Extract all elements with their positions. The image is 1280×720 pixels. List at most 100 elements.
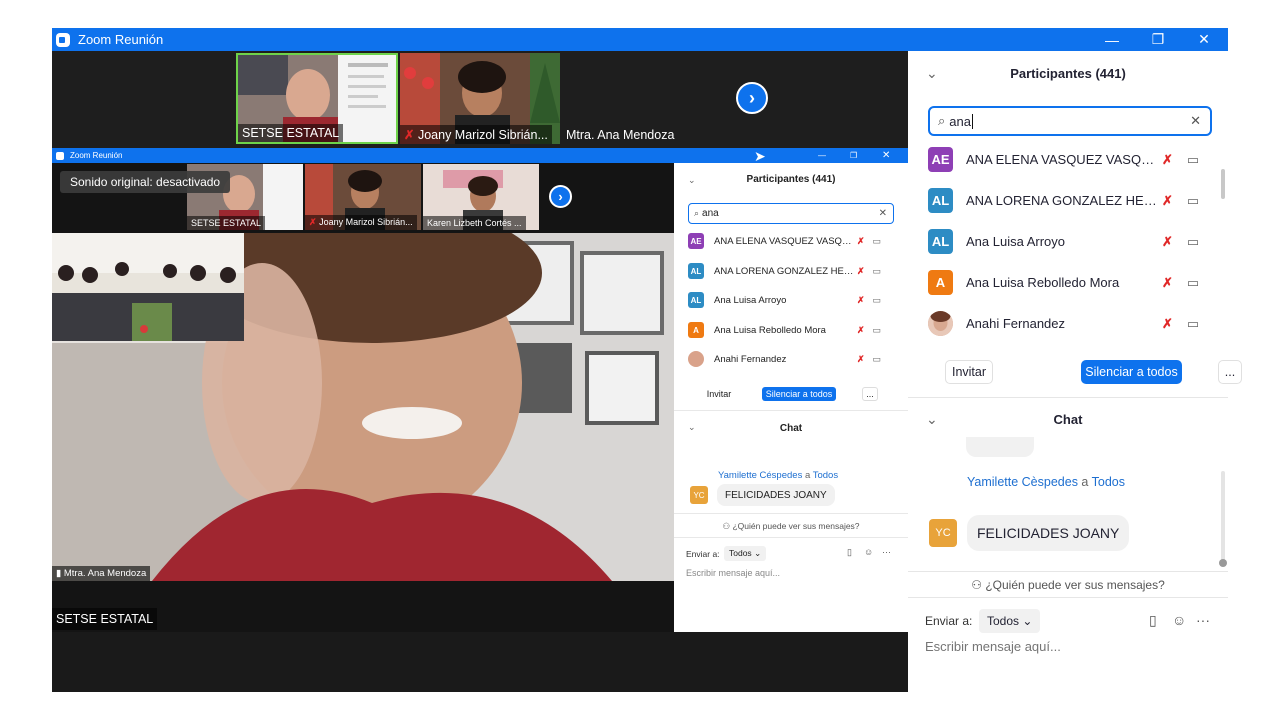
video-off-icon[interactable]: ▭ [1187, 316, 1199, 332]
zoom-window: Zoom Reunión — ❐ ✕ SETSE ESTATAL ✗ Joany… [52, 28, 1242, 692]
nested-window-title: Zoom Reunión [70, 151, 123, 160]
nested-side-panel: ⌄ Participantes (441) ⌕ ana ✕ AE ANA ELE… [674, 163, 908, 632]
divider [674, 537, 908, 538]
clear-search-button[interactable]: ✕ [1190, 113, 1201, 129]
more-options-icon[interactable]: ··· [1196, 612, 1210, 628]
more-button[interactable]: ... [1218, 360, 1242, 384]
chat-scrollbar[interactable] [1221, 471, 1225, 561]
video-thumbnail[interactable]: SETSE ESTATAL [236, 53, 398, 144]
close-button[interactable]: ✕ [1181, 28, 1227, 51]
participant-row[interactable]: Anahi Fernandez ✗ ▭ [908, 303, 1208, 344]
search-value: ana [949, 113, 971, 129]
muted-mic-icon: ✗ [404, 128, 415, 142]
participants-scrollbar[interactable] [1221, 169, 1225, 199]
participant-row: AL Ana Luisa Arroyo ✗ ▭ [674, 285, 908, 315]
video-off-icon[interactable]: ▭ [1187, 234, 1199, 250]
participant-row[interactable]: AL Ana Luisa Arroyo ✗ ▭ [908, 221, 1208, 262]
participant-name-label: SETSE ESTATAL [238, 124, 344, 142]
chat-target: Todos [812, 470, 839, 481]
participant-name: ANA LORENA GONZALEZ HERN... [714, 265, 857, 277]
nested-close-icon: ✕ [882, 150, 891, 161]
muted-mic-icon[interactable]: ✗ [1162, 234, 1173, 250]
side-panel: ⌄ Participantes (441) ⌕ ana ✕ AE ANA ELE… [908, 51, 1242, 692]
restore-button[interactable]: ❐ [1135, 28, 1181, 51]
zoom-logo-icon [56, 151, 64, 160]
participant-name-label: Mtra. Ana Mendoza [566, 128, 675, 142]
invite-button[interactable]: Invitar [945, 360, 993, 384]
participant-row[interactable]: AL ANA LORENA GONZALEZ HERN... ✗ ▭ [908, 180, 1208, 221]
participant-name: Ana Luisa Rebolledo Mora [714, 324, 826, 336]
participant-search-input[interactable]: ⌕ ana ✕ [928, 106, 1212, 136]
screen-share-owner-label: SETSE ESTATAL [52, 608, 158, 630]
file-icon: ▯ [847, 547, 852, 557]
participant-avatar: A [688, 322, 704, 338]
send-to-dropdown: Todos ⌄ [724, 546, 767, 561]
original-sound-status: Sonido original: desactivado [60, 171, 231, 193]
chat-sender-line: Yamilette Céspedes a Todos [718, 470, 838, 481]
emoji-icon: ☺ [864, 547, 874, 557]
shared-screen: Zoom Reunión — ❐ ✕ SETSE ESTATAL ✗ Joany… [52, 148, 908, 632]
chat-message: FELICIDADES JOANY [717, 484, 835, 506]
chat-message-input[interactable] [925, 634, 1215, 658]
muted-mic-icon[interactable]: ✗ [1162, 316, 1173, 332]
nested-invite-button: Invitar [706, 389, 732, 399]
participant-avatar [688, 351, 704, 367]
video-off-icon: ▭ [872, 353, 882, 364]
chat-to: a [1081, 475, 1089, 489]
participant-name: Joany Marizol Sibrián... [319, 217, 413, 227]
nested-video-area: SETSE ESTATAL ✗ Joany Marizol Sibrián... [52, 163, 674, 632]
nested-title-bar: Zoom Reunión — ❐ ✕ [52, 148, 908, 163]
participant-name: Anahi Fernandez [966, 316, 1066, 331]
participant-avatar: A [928, 270, 953, 295]
nested-search-box: ⌕ ana ✕ [688, 203, 894, 224]
divider [908, 597, 1228, 598]
video-off-icon[interactable]: ▭ [1187, 193, 1199, 209]
zoom-logo-icon [56, 32, 70, 47]
chat-sender: Yamilette Céspedes [718, 470, 803, 481]
participant-name-label: ✗ Joany Marizol Sibrián... [305, 215, 417, 230]
participant-name: Ana Luisa Rebolledo Mora [966, 275, 1120, 290]
muted-mic-icon[interactable]: ✗ [1162, 193, 1173, 209]
nested-mute-all-button: Silenciar a todos [762, 387, 836, 401]
chat-to: a [804, 470, 811, 481]
video-thumbnail[interactable]: Mtra. Ana Mendoza [562, 53, 722, 144]
window-title: Zoom Reunión [78, 32, 164, 47]
participant-row[interactable]: A Ana Luisa Rebolledo Mora ✗ ▭ [908, 262, 1208, 303]
video-thumbnail[interactable]: ✗ Joany Marizol Sibrián... [400, 53, 560, 144]
chat-sender[interactable]: Yamilette Cèspedes [967, 475, 1078, 489]
video-thumbnail: Karen Lizbeth Cortés ... [423, 164, 539, 230]
nested-chat-input: Escribir mensaje aquí... [686, 568, 781, 578]
nested-search-value: ana [702, 208, 719, 219]
send-to-label: Enviar a: [686, 549, 720, 559]
title-bar: Zoom Reunión — ❐ ✕ [52, 28, 1228, 51]
chat-message: FELICIDADES JOANY [967, 515, 1130, 551]
emoji-icon[interactable]: ☺ [1172, 612, 1186, 628]
active-speaker-label: ▮ Mtra. Ana Mendoza [52, 566, 151, 581]
video-off-icon: ▭ [872, 294, 882, 305]
send-to-value: Todos [987, 614, 1020, 628]
chevron-right-icon: › [558, 189, 563, 204]
send-to-dropdown[interactable]: Todos ⌄ [979, 609, 1041, 633]
video-off-icon[interactable]: ▭ [1187, 152, 1199, 168]
next-page-button[interactable]: › [736, 82, 768, 114]
search-icon: ⌕ [694, 208, 700, 218]
chat-target[interactable]: Todos [1092, 475, 1125, 489]
who-can-see-text: ¿Quién puede ver sus mensajes? [732, 521, 860, 531]
participant-name: Joany Marizol Sibrián... [417, 128, 548, 142]
divider [908, 571, 1228, 572]
minimize-button[interactable]: — [1089, 28, 1135, 51]
mute-all-button[interactable]: Silenciar a todos [1081, 360, 1182, 384]
participant-row: A Ana Luisa Rebolledo Mora ✗ ▭ [674, 315, 908, 345]
file-icon[interactable]: ▯ [1149, 612, 1157, 629]
participant-row[interactable]: AE ANA ELENA VASQUEZ VASQUEZ ✗ ▭ [908, 139, 1208, 180]
muted-mic-icon[interactable]: ✗ [1162, 152, 1173, 168]
mouse-cursor-icon: ➤ [754, 148, 766, 164]
scroll-bottom-dot [1219, 559, 1227, 567]
who-can-see-link: ⚇ ¿Quién puede ver sus mensajes? [674, 521, 908, 532]
participant-name: Anahi Fernandez [714, 353, 787, 365]
chevron-right-icon: › [749, 87, 755, 108]
video-off-icon: ▭ [872, 235, 882, 246]
muted-mic-icon[interactable]: ✗ [1162, 275, 1173, 291]
who-can-see-link[interactable]: ⚇ ¿Quién puede ver sus mensajes? [908, 578, 1228, 592]
video-off-icon[interactable]: ▭ [1187, 275, 1199, 291]
